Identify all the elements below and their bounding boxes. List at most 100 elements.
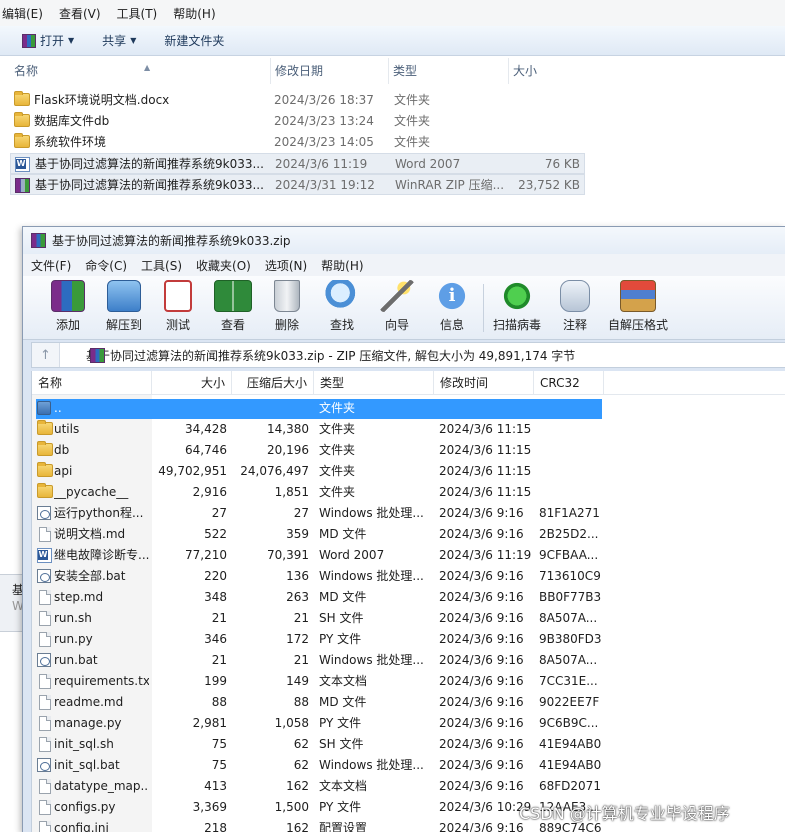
up-arrow-icon[interactable]: ↑: [32, 343, 60, 367]
table-row[interactable]: manage.py 2,981 1,058 PY 文件 2024/3/6 9:16 9C6…: [32, 713, 785, 734]
explorer-toolbar: 打开 ▼ 共享 ▼ 新建文件夹: [0, 26, 785, 56]
column-name[interactable]: 名称: [32, 371, 152, 395]
cell-name: init_sql.bat: [54, 758, 120, 772]
sfx-button[interactable]: 自解压格式: [608, 280, 668, 336]
cell-size: 2,916: [192, 485, 227, 499]
view-button[interactable]: 查看: [206, 280, 260, 336]
cell-packed: 359: [286, 527, 309, 541]
table-row[interactable]: init_sql.sh 75 62 SH 文件 2024/3/6 9:16 41E94AB…: [32, 734, 785, 755]
list-item[interactable]: 系统软件环境 2024/3/23 14:05 文件夹: [10, 132, 585, 153]
find-button[interactable]: 查找: [315, 280, 369, 336]
column-type-label: 类型: [393, 64, 418, 78]
list-item[interactable]: 数据库文件db 2024/3/23 13:24 文件夹: [10, 111, 585, 132]
table-row[interactable]: __pycache__ 2,916 1,851 文件夹 2024/3/6 11:15: [32, 482, 785, 503]
menu-commands[interactable]: 命令(C): [85, 257, 127, 274]
cell-modified: 2024/3/6 10:29: [439, 800, 532, 814]
table-row[interactable]: init_sql.bat 75 62 Windows 批处理... 2024/3/6 9…: [32, 755, 785, 776]
menu-tools[interactable]: 工具(S): [141, 257, 182, 274]
cell-name: utils: [54, 422, 80, 436]
cell-size: 348: [204, 590, 227, 604]
column-size[interactable]: 大小: [508, 58, 588, 84]
cell-name: configs.py: [54, 800, 116, 814]
cell-modified: 2024/3/6 9:16: [439, 653, 524, 667]
menu-help[interactable]: 帮助(H): [321, 257, 363, 274]
table-row[interactable]: 继电故障诊断专... 77,210 70,391 Word 2007 2024/3/6 …: [32, 545, 785, 566]
test-button[interactable]: 测试: [151, 280, 205, 336]
list-item[interactable]: 基于协同过滤算法的新闻推荐系统9k033... 2024/3/6 11:19 W…: [10, 153, 585, 174]
column-modified[interactable]: 修改时间: [434, 371, 534, 395]
virus-scan-button[interactable]: 扫描病毒: [490, 280, 544, 336]
wizard-button[interactable]: 向导: [370, 280, 424, 336]
cell-modified: 2024/3/6 9:16: [439, 527, 524, 541]
open-button[interactable]: 打开 ▼: [22, 32, 74, 49]
column-packed[interactable]: 压缩后大小: [232, 371, 314, 395]
cell-size: 77,210: [185, 548, 227, 562]
cell-packed: 136: [286, 569, 309, 583]
cell-modified: 2024/3/6 11:15: [439, 443, 532, 457]
table-row[interactable]: 说明文档.md 522 359 MD 文件 2024/3/6 9:16 2B25D2...: [32, 524, 785, 545]
file-icon: [37, 674, 51, 689]
table-row[interactable]: run.bat 21 21 Windows 批处理... 2024/3/6 9:16 8A…: [32, 650, 785, 671]
column-type[interactable]: 类型: [388, 58, 506, 84]
list-item[interactable]: 基于协同过滤算法的新闻推荐系统9k033... 2024/3/31 19:12 …: [10, 174, 585, 195]
menu-tools[interactable]: 工具(T): [109, 5, 166, 22]
info-button[interactable]: i 信息: [425, 280, 479, 336]
menu-view[interactable]: 查看(V): [51, 5, 109, 22]
new-folder-button[interactable]: 新建文件夹: [164, 32, 224, 49]
menu-file[interactable]: 文件(F): [31, 257, 71, 274]
menu-help[interactable]: 帮助(H): [165, 5, 223, 22]
address-bar[interactable]: ↑ 基于协同过滤算法的新闻推荐系统9k033.zip - ZIP 压缩文件, 解…: [31, 342, 785, 368]
table-row[interactable]: readme.md 88 88 MD 文件 2024/3/6 9:16 9022EE7F: [32, 692, 785, 713]
cell-packed: 1,500: [274, 800, 309, 814]
cell-modified: 2024/3/6 9:16: [439, 758, 524, 772]
cell-size: 218: [204, 821, 227, 832]
delete-button[interactable]: 删除: [260, 280, 314, 336]
file-icon: [37, 590, 51, 605]
table-row[interactable]: api 49,702,951 24,076,497 文件夹 2024/3/6 11:15: [32, 461, 785, 482]
cell-crc: 9B380FD3: [539, 632, 602, 646]
file-icon: [37, 779, 51, 794]
list-item[interactable]: Flask环境说明文档.docx 2024/3/26 18:37 文件夹: [10, 90, 585, 111]
up-icon: [37, 401, 51, 415]
table-row[interactable]: 运行python程... 27 27 Windows 批处理... 2024/3/6 9…: [32, 503, 785, 524]
folder-icon: [14, 91, 30, 107]
table-row[interactable]: run.py 346 172 PY 文件 2024/3/6 9:16 9B380FD3: [32, 629, 785, 650]
winrar-window: 基于协同过滤算法的新闻推荐系统9k033.zip 文件(F) 命令(C) 工具(…: [22, 226, 785, 832]
cell-size: 2,981: [192, 716, 227, 730]
cell-size: 75: [211, 758, 227, 772]
window-title: 基于协同过滤算法的新闻推荐系统9k033.zip: [52, 234, 291, 248]
column-type[interactable]: 类型: [314, 371, 434, 395]
column-date[interactable]: 修改日期: [270, 58, 388, 84]
cell-name: run.bat: [54, 653, 98, 667]
share-button[interactable]: 共享 ▼: [102, 32, 136, 49]
column-size[interactable]: 大小: [152, 371, 232, 395]
cell-name: manage.py: [54, 716, 122, 730]
table-row[interactable]: step.md 348 263 MD 文件 2024/3/6 9:16 BB0F77B3: [32, 587, 785, 608]
cell-crc: 9022EE7F: [539, 695, 600, 709]
column-name[interactable]: 名称 ▲: [10, 58, 270, 84]
add-button[interactable]: 添加: [41, 280, 95, 336]
cell-modified: 2024/3/6 9:16: [439, 779, 524, 793]
cell-packed: 162: [286, 779, 309, 793]
cell-packed: 24,076,497: [240, 464, 309, 478]
cell-type: 配置设置: [319, 821, 368, 832]
explorer-column-header: 名称 ▲ 修改日期 类型 大小: [0, 58, 785, 84]
cell-packed: 62: [293, 737, 309, 751]
table-row[interactable]: 安装全部.bat 220 136 Windows 批处理... 2024/3/6 9:1…: [32, 566, 785, 587]
extract-to-button[interactable]: 解压到: [97, 280, 151, 336]
table-row[interactable]: .. 文件夹: [32, 398, 785, 419]
menu-favorites[interactable]: 收藏夹(O): [196, 257, 251, 274]
comment-button[interactable]: 注释: [548, 280, 602, 336]
cell-type: Windows 批处理...: [319, 506, 424, 520]
table-row[interactable]: utils 34,428 14,380 文件夹 2024/3/6 11:15: [32, 419, 785, 440]
menu-options[interactable]: 选项(N): [265, 257, 307, 274]
winrar-titlebar[interactable]: 基于协同过滤算法的新闻推荐系统9k033.zip: [23, 227, 785, 254]
chevron-down-icon: ▼: [130, 36, 137, 45]
table-row[interactable]: requirements.txt 199 149 文本文档 2024/3/6 9:16 7…: [32, 671, 785, 692]
table-row[interactable]: run.sh 21 21 SH 文件 2024/3/6 9:16 8A507A...: [32, 608, 785, 629]
menu-edit[interactable]: 编辑(E): [0, 5, 51, 22]
table-row[interactable]: datatype_map.... 413 162 文本文档 2024/3/6 9:16 6…: [32, 776, 785, 797]
table-row[interactable]: db 64,746 20,196 文件夹 2024/3/6 11:15: [32, 440, 785, 461]
column-crc[interactable]: CRC32: [534, 371, 604, 395]
cell-crc: 81F1A271: [539, 506, 600, 520]
